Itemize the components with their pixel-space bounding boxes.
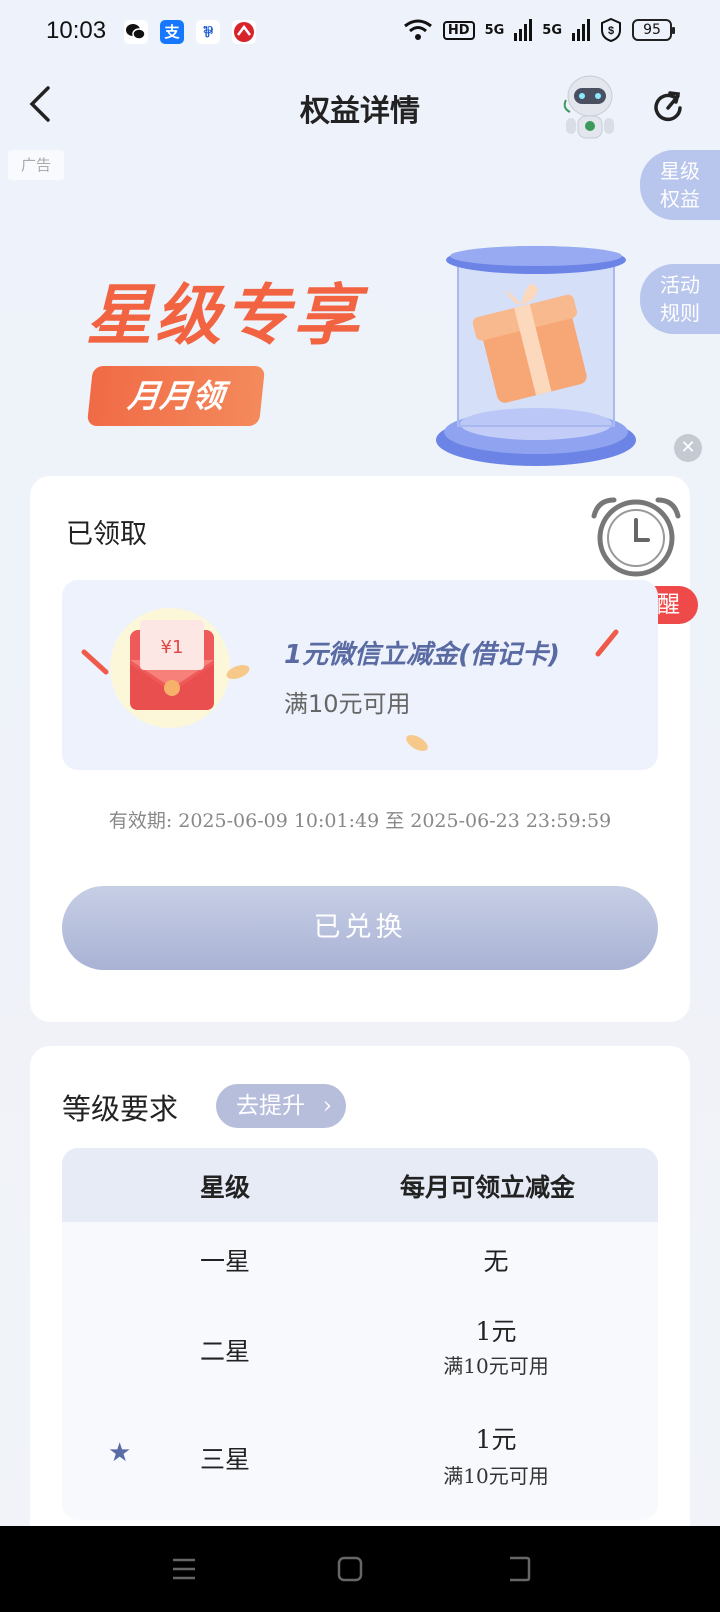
- upgrade-label: 去提升: [236, 1093, 305, 1119]
- side-tab-activity-rules[interactable]: 活动 规则: [640, 264, 720, 334]
- chevron-right-icon: ›: [322, 1093, 332, 1119]
- row-star-level: 一星: [200, 1247, 251, 1276]
- signal-bars-icon-2: [572, 19, 590, 41]
- signal-5g-1: 5G: [484, 22, 505, 38]
- row-condition: 满10元可用: [443, 1464, 549, 1488]
- signal-bars-icon: [514, 19, 533, 41]
- status-indicators: HD 5G 5G $ 95: [403, 18, 675, 42]
- home-icon[interactable]: [336, 1556, 364, 1582]
- coupon-card[interactable]: ¥1 1元微信立减金(借记卡) 满10元可用: [62, 580, 658, 770]
- validity-period: 有效期: 2025-06-09 10:01:49 至 2025-06-23 23…: [108, 810, 612, 832]
- alarm-clock-icon[interactable]: [586, 494, 686, 578]
- coupon-condition: 满10元可用: [284, 690, 411, 718]
- row-amount: 1元: [475, 1425, 517, 1454]
- redeemed-button[interactable]: 已兑换: [62, 886, 658, 970]
- row-amount: 无: [483, 1247, 509, 1276]
- claimed-benefit-card: 已领取 添加提醒 ¥1 1元微信立减金(借记卡) 满10元可用: [30, 476, 698, 1022]
- red-envelope-illustration: ¥1: [80, 602, 270, 762]
- gift-box-illustration: [430, 244, 650, 474]
- column-header-amount: 每月可领立减金: [400, 1173, 576, 1202]
- decor-confetti: [595, 629, 619, 657]
- system-navigation-bar: [0, 1526, 720, 1612]
- requirements-title: 等级要求: [62, 1092, 179, 1126]
- bank-app-icon: ⅌: [196, 20, 220, 44]
- claimed-label: 已领取: [66, 519, 147, 550]
- table-row: 一星 无: [62, 1222, 658, 1296]
- envelope-amount: ¥1: [161, 637, 184, 658]
- refresh-icon: [654, 91, 682, 122]
- hd-indicator: HD: [442, 20, 475, 40]
- status-time: 10:03: [46, 17, 107, 44]
- banner-badge: 月月领: [86, 366, 266, 426]
- assistant-robot-icon[interactable]: [560, 72, 620, 142]
- table-row: 二星 1元 满10元可用: [62, 1296, 658, 1400]
- coupon-title: 1元微信立减金(借记卡): [284, 640, 560, 670]
- refresh-button[interactable]: [648, 88, 688, 128]
- battery-indicator: 95: [632, 19, 675, 41]
- wifi-icon: [403, 19, 432, 40]
- alipay-icon: 支: [160, 20, 184, 44]
- row-star-level: 二星: [200, 1337, 251, 1366]
- row-star-level: 三星: [200, 1445, 251, 1474]
- current-level-star-icon: ★: [108, 1438, 132, 1468]
- upgrade-button[interactable]: 去提升 ›: [216, 1084, 346, 1128]
- cmb-icon: [232, 20, 256, 44]
- row-amount: 1元: [475, 1317, 517, 1346]
- banner-title: 星级专享: [86, 277, 362, 354]
- wechat-icon: [124, 20, 148, 44]
- status-app-icons: 支 ⅌: [124, 20, 256, 44]
- column-header-star: 星级: [200, 1173, 251, 1202]
- decor-confetti: [406, 735, 428, 751]
- ad-label: 广告: [8, 150, 64, 180]
- side-tab-line: 权益: [660, 187, 700, 211]
- status-bar: 10:03 支 ⅌ HD 5G 5G $ 95: [0, 0, 720, 64]
- table-header: 星级 每月可领立减金: [62, 1148, 658, 1222]
- side-tab-line: 星级: [660, 159, 700, 183]
- side-tab-line: 活动: [660, 273, 700, 297]
- svg-text:$: $: [608, 25, 614, 37]
- table-row: ★ 三星 1元 满10元可用: [62, 1400, 658, 1520]
- row-condition: 满10元可用: [443, 1354, 549, 1378]
- signal-5g-2: 5G: [542, 22, 562, 38]
- requirements-table: 星级 每月可领立减金 一星 无 二星 1元 满10元可用 ★ 三星 1元 满10…: [62, 1148, 658, 1520]
- side-tab-line: 规则: [660, 301, 700, 325]
- close-ad-button[interactable]: ✕: [674, 434, 702, 462]
- menu-icon[interactable]: [170, 1556, 198, 1582]
- shield-dollar-icon: $: [601, 18, 621, 42]
- back-nav-icon[interactable]: [504, 1556, 532, 1582]
- side-tab-star-benefits[interactable]: 星级 权益: [640, 150, 720, 220]
